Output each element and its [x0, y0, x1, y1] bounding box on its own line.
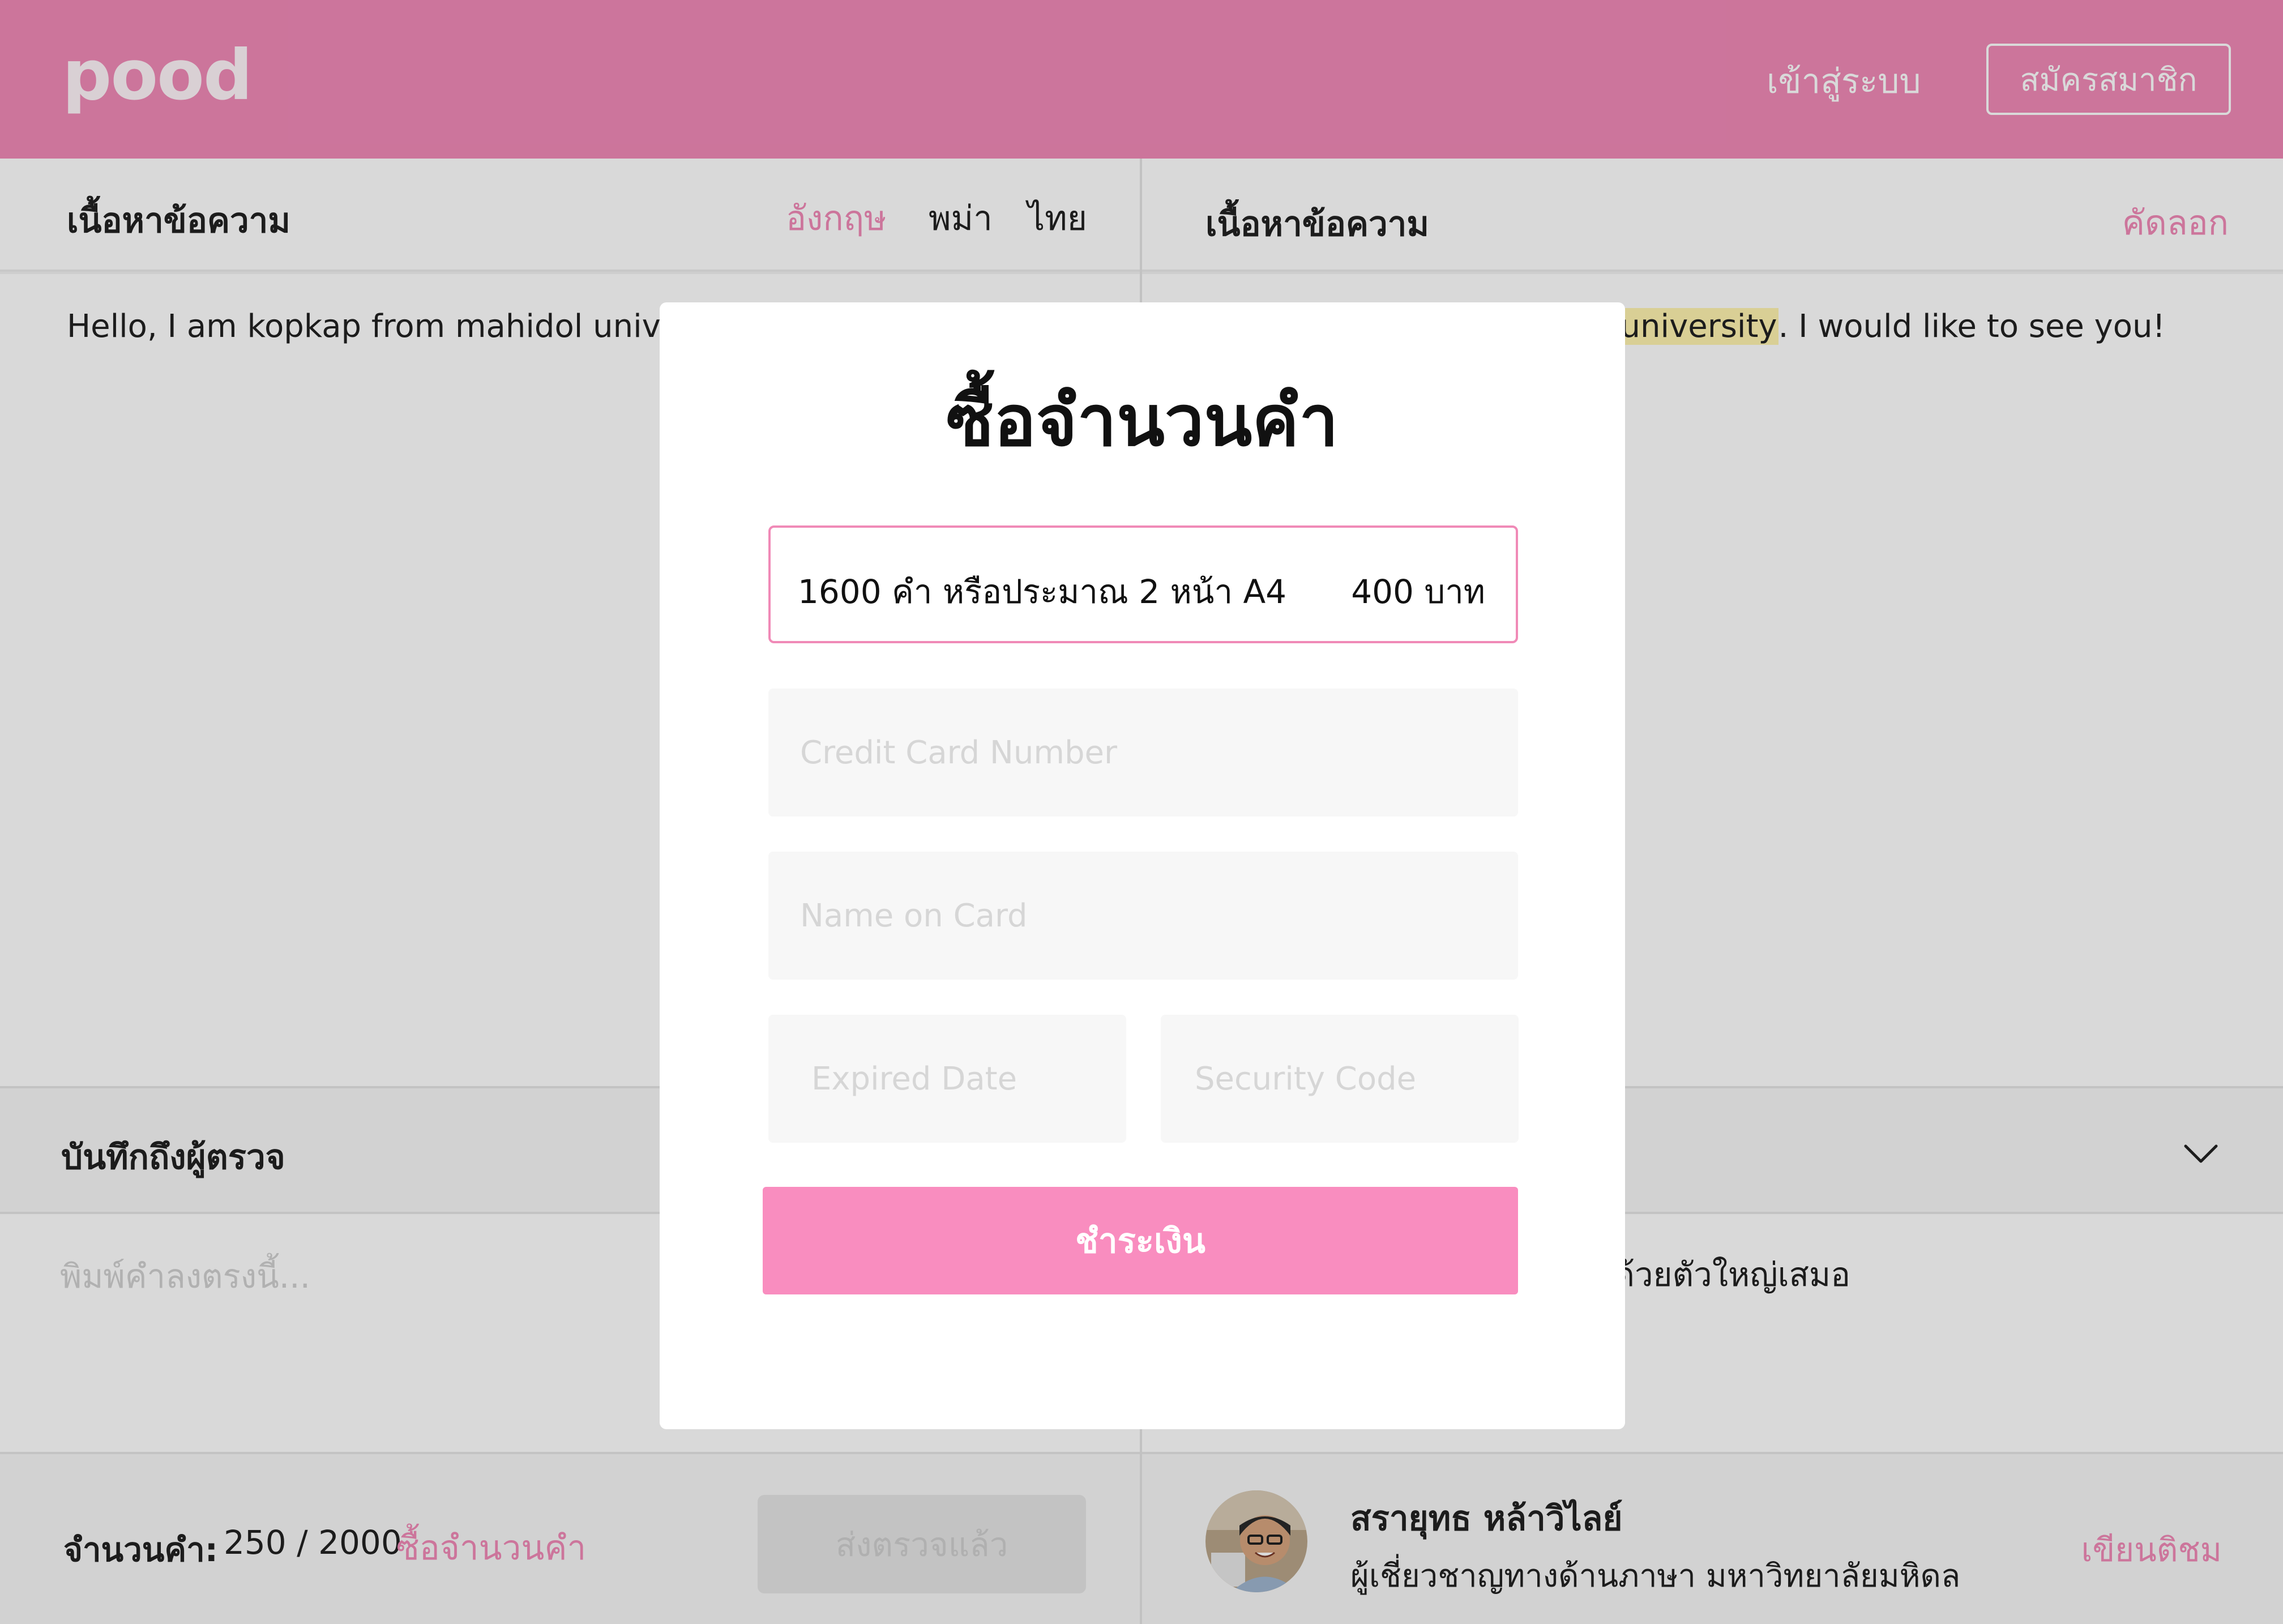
expiry-date-input[interactable]	[768, 1015, 1126, 1143]
name-on-card-input[interactable]	[768, 852, 1518, 980]
security-code-input[interactable]	[1161, 1015, 1519, 1143]
package-description: 1600 คำ หรือประมาณ 2 หน้า A4	[798, 572, 1287, 611]
pay-button[interactable]: ชำระเงิน	[763, 1187, 1518, 1294]
purchase-modal: ซื้อจำนวนคำ 1600 คำ หรือประมาณ 2 หน้า A4…	[660, 302, 1625, 1429]
package-price: 400 บาท	[1351, 572, 1485, 611]
card-number-input[interactable]	[768, 689, 1518, 817]
package-option[interactable]: 1600 คำ หรือประมาณ 2 หน้า A4 400 บาท	[768, 525, 1518, 643]
modal-title: ซื้อจำนวนคำ	[946, 381, 1339, 462]
